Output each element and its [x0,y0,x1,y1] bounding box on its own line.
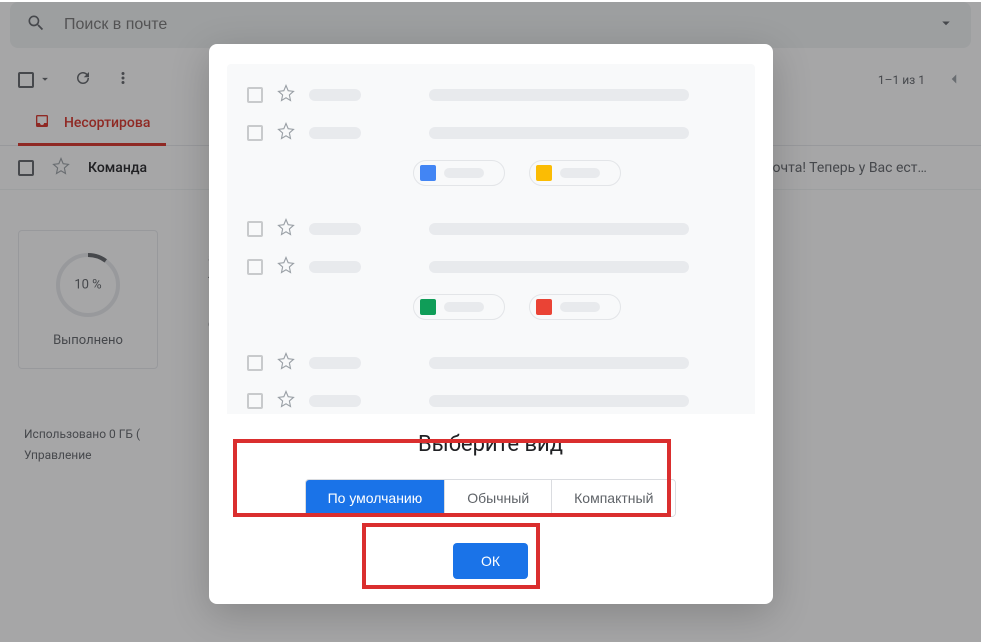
density-compact-button[interactable]: Компактный [552,480,675,516]
view-options: По умолчанию Обычный Компактный [209,479,773,517]
modal-title: Выберите вид [209,432,773,457]
density-default-button[interactable]: По умолчанию [306,480,446,516]
density-comfortable-button[interactable]: Обычный [445,480,552,516]
ok-button[interactable]: ОК [453,543,528,579]
view-density-modal: Выберите вид По умолчанию Обычный Компак… [209,44,773,604]
density-preview [227,64,755,414]
